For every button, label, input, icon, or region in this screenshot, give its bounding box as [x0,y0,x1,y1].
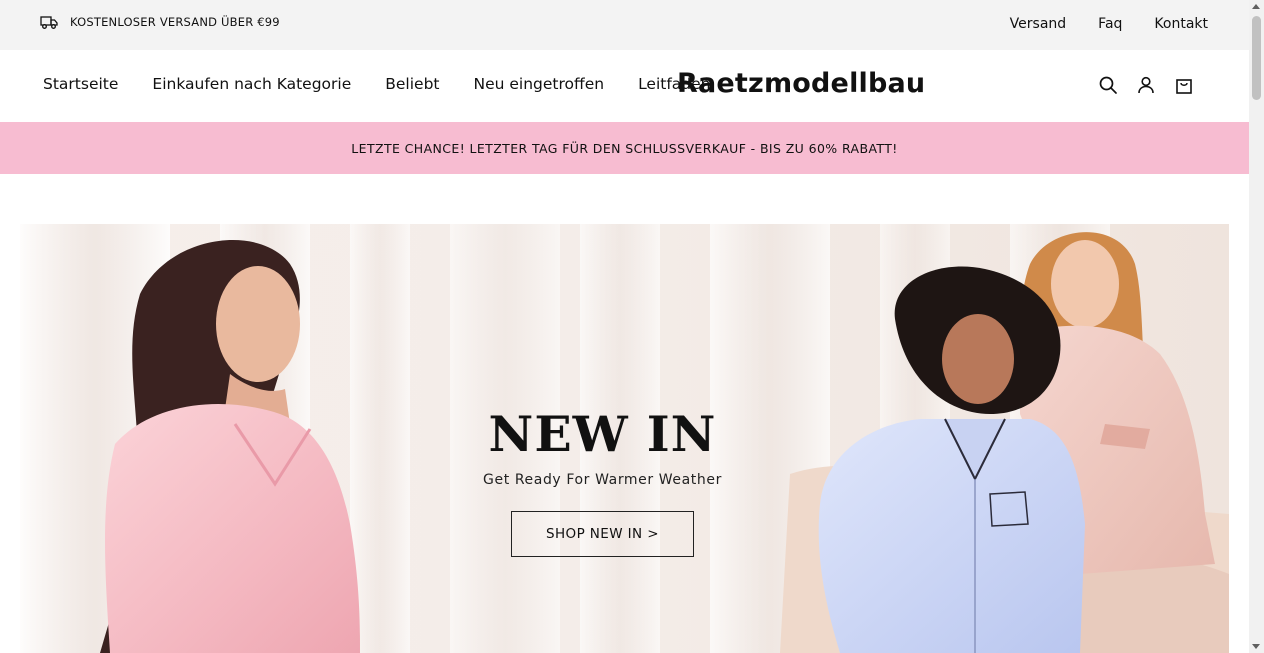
shipping-text: KOSTENLOSER VERSAND ÜBER €99 [70,15,280,29]
announcement-bar: KOSTENLOSER VERSAND ÜBER €99 Versand Faq… [0,0,1249,50]
nav-startseite[interactable]: Startseite [43,75,118,93]
hero-title: NEW IN [488,405,717,463]
hero-copy: NEW IN Get Ready For Warmer Weather [480,406,725,488]
account-icon[interactable] [1136,75,1156,95]
free-shipping-notice: KOSTENLOSER VERSAND ÜBER €99 [40,14,280,30]
sale-banner-text: LETZTE CHANCE! LETZTER TAG FÜR DEN SCHLU… [351,140,898,156]
sale-banner[interactable]: LETZTE CHANCE! LETZTER TAG FÜR DEN SCHLU… [0,122,1249,174]
nav-beliebt[interactable]: Beliebt [385,75,439,93]
scroll-up-icon[interactable] [1252,4,1260,9]
link-faq[interactable]: Faq [1098,16,1122,32]
scrollbar-thumb[interactable] [1252,16,1261,100]
search-icon[interactable] [1098,75,1118,95]
utility-links: Versand Faq Kontakt [1010,16,1208,32]
site-header: Startseite Einkaufen nach Kategorie Beli… [0,50,1249,122]
nav-neu-eingetroffen[interactable]: Neu eingetroffen [474,75,605,93]
main-nav: Startseite Einkaufen nach Kategorie Beli… [43,75,711,93]
nav-einkaufen-nach-kategorie[interactable]: Einkaufen nach Kategorie [152,75,351,93]
site-logo[interactable]: Raetzmodellbau [677,68,925,99]
cart-icon[interactable] [1174,75,1194,95]
header-actions [1098,75,1194,95]
page-scrollbar[interactable] [1249,0,1264,653]
link-kontakt[interactable]: Kontakt [1154,16,1208,32]
scroll-down-icon[interactable] [1252,644,1260,649]
truck-icon [40,16,58,29]
shop-new-in-button[interactable]: SHOP NEW IN > [511,511,694,557]
link-versand[interactable]: Versand [1010,16,1067,32]
hero-banner: NEW IN Get Ready For Warmer Weather SHOP… [20,224,1229,653]
hero-subtitle: Get Ready For Warmer Weather [483,472,722,488]
